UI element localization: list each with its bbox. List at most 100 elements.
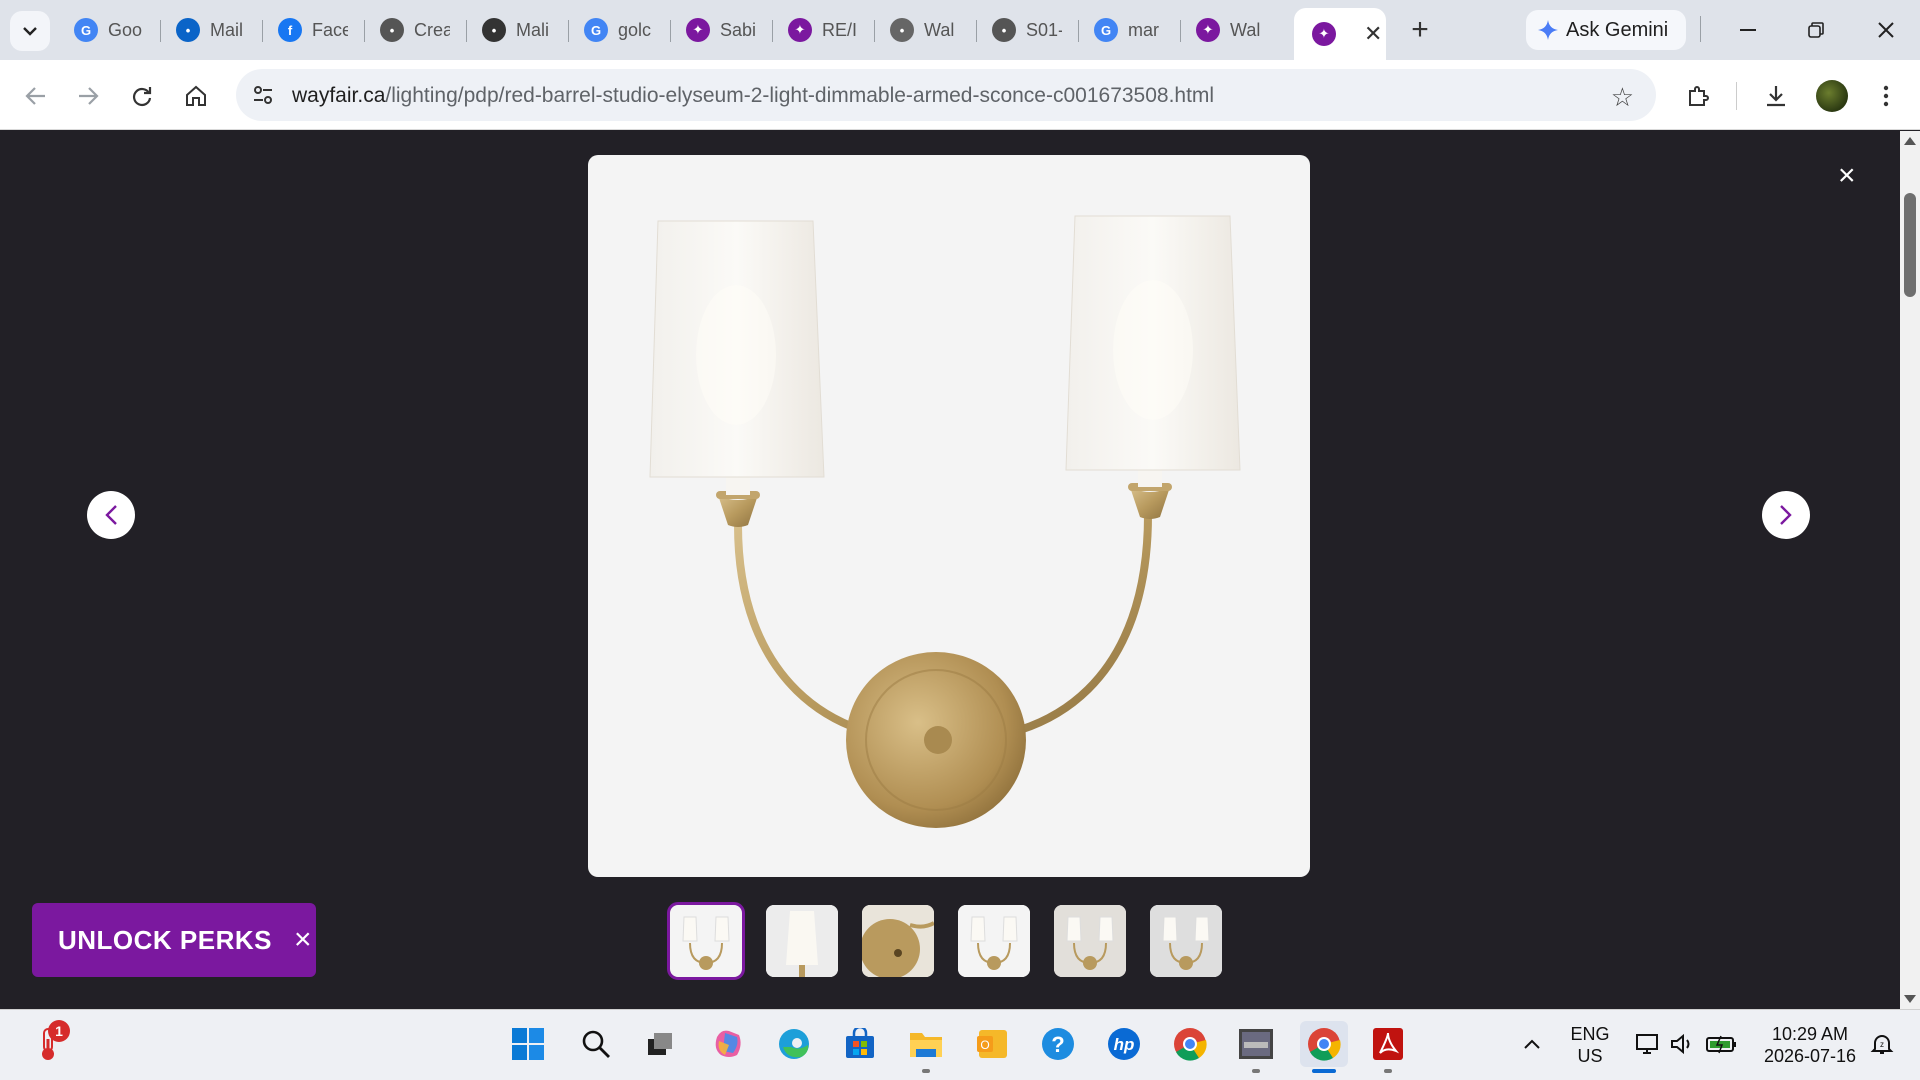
windows-taskbar: 1 O ? hp ENG US 10:29 AM 2026-07-16 z [0, 1009, 1920, 1080]
divider [1700, 16, 1701, 42]
tab-search-button[interactable] [10, 11, 50, 51]
extensions-button[interactable] [1678, 76, 1718, 116]
outlook-icon: • [176, 18, 200, 42]
tab-4[interactable]: • Crea [368, 11, 450, 49]
next-image-button[interactable] [1762, 491, 1810, 539]
tab-label: Sabi [720, 19, 756, 40]
home-button[interactable] [176, 76, 216, 116]
language-indicator[interactable]: ENG US [1562, 1023, 1618, 1067]
tab-10[interactable]: • S01- [980, 11, 1062, 49]
browser-menu-button[interactable] [1866, 76, 1906, 116]
scroll-up-arrow-icon[interactable] [1904, 137, 1916, 145]
acrobat-icon [1373, 1028, 1403, 1060]
close-window-button[interactable] [1866, 12, 1906, 48]
tab-12[interactable]: ✦ Wal [1184, 11, 1266, 49]
edge-icon [779, 1029, 809, 1059]
bookmark-star-icon[interactable]: ☆ [1611, 82, 1634, 113]
lh-icon: • [890, 18, 914, 42]
tab-5[interactable]: • Mali [470, 11, 552, 49]
microsoft-store-button[interactable] [840, 1024, 880, 1064]
previous-image-button[interactable] [87, 491, 135, 539]
back-button[interactable] [16, 76, 56, 116]
tab-separator [1180, 20, 1181, 42]
page-scrollbar[interactable] [1900, 131, 1920, 1009]
show-hidden-icons-button[interactable] [1512, 1024, 1552, 1064]
search-button[interactable] [576, 1024, 616, 1064]
tab-9[interactable]: • Wal [878, 11, 960, 49]
scrollbar-thumb[interactable] [1904, 193, 1916, 297]
tab-11[interactable]: Gmar [1082, 11, 1164, 49]
chrome-button[interactable] [1170, 1024, 1210, 1064]
copilot-button[interactable] [708, 1024, 748, 1064]
wall-sconce-image [649, 215, 1241, 828]
unlock-perks-banner[interactable]: UNLOCK PERKS × [32, 903, 316, 977]
product-image-viewer: × UNLOCK PERKS × [0, 131, 1900, 1009]
tab-separator [160, 20, 161, 42]
media-app-button[interactable] [1236, 1024, 1276, 1064]
network-icon [1636, 1034, 1658, 1054]
notifications-button[interactable]: z [1862, 1024, 1902, 1064]
chrome-active-button[interactable] [1300, 1021, 1348, 1067]
tab-2[interactable]: • Mail [164, 11, 246, 49]
task-view-button[interactable] [640, 1024, 680, 1064]
tab-6[interactable]: Ggolc [572, 11, 654, 49]
search-icon [582, 1030, 610, 1058]
facebook-icon: f [278, 18, 302, 42]
new-tab-button[interactable]: + [1402, 12, 1438, 48]
reload-button[interactable] [122, 76, 162, 116]
file-explorer-button[interactable] [906, 1024, 946, 1064]
close-perks-button[interactable]: × [294, 923, 312, 957]
tab-separator [262, 20, 263, 42]
tab-1[interactable]: G Goo [62, 11, 144, 49]
thumbnail-backplate-closeup[interactable] [862, 905, 934, 977]
ask-gemini-button[interactable]: Ask Gemini [1526, 10, 1686, 50]
scroll-down-arrow-icon[interactable] [1904, 995, 1916, 1003]
clock[interactable]: 10:29 AM 2026-07-16 [1752, 1023, 1868, 1067]
close-tab-icon[interactable]: ✕ [1364, 21, 1382, 47]
tab-label: RE/I [822, 19, 858, 40]
tab-7[interactable]: ✦ Sabi [674, 11, 756, 49]
volume-button[interactable] [1662, 1024, 1702, 1064]
tab-label: Wal [924, 19, 955, 40]
tab-3[interactable]: f Face [266, 11, 348, 49]
forward-button[interactable] [68, 76, 108, 116]
profile-avatar[interactable] [1816, 80, 1848, 112]
svg-text:hp: hp [1114, 1035, 1135, 1054]
tab-separator [466, 20, 467, 42]
thumbnail-shade-closeup[interactable] [766, 905, 838, 977]
language-label: ENG [1570, 1024, 1610, 1044]
chevron-left-icon [105, 505, 117, 525]
hp-button[interactable]: hp [1104, 1024, 1144, 1064]
tab-separator [670, 20, 671, 42]
url-text[interactable]: wayfair.ca/lighting/pdp/red-barrel-studi… [292, 84, 1214, 108]
ssc-icon: • [380, 18, 404, 42]
acrobat-button[interactable] [1368, 1024, 1408, 1064]
thumbnail-sconce-wall[interactable] [1150, 905, 1222, 977]
google-icon: G [584, 18, 608, 42]
thumbnail-sconce-alt[interactable] [958, 905, 1030, 977]
start-button[interactable] [508, 1024, 548, 1064]
battery-button[interactable] [1702, 1024, 1742, 1064]
restore-button[interactable] [1796, 12, 1836, 48]
downloads-button[interactable] [1756, 76, 1796, 116]
thumbnail-sconce-front[interactable] [667, 902, 745, 980]
tab-separator [874, 20, 875, 42]
tab-8[interactable]: ✦ RE/I [776, 11, 858, 49]
bell-snooze-icon: z [1870, 1035, 1894, 1054]
more-vertical-icon [1883, 85, 1889, 107]
google-icon: G [1094, 18, 1118, 42]
tab-active-wayfair[interactable]: ✦ ✕ [1294, 8, 1386, 60]
edge-button[interactable] [774, 1024, 814, 1064]
address-bar[interactable]: wayfair.ca/lighting/pdp/red-barrel-studi… [236, 69, 1656, 121]
windows-logo-icon [512, 1028, 544, 1060]
outlook-button[interactable]: O [972, 1024, 1012, 1064]
arrow-right-icon [79, 87, 99, 105]
help-button[interactable]: ? [1038, 1024, 1078, 1064]
tab-label: golc [618, 19, 652, 40]
globe-icon: • [992, 18, 1016, 42]
wayfair-icon: ✦ [686, 18, 710, 42]
tab-label: S01- [1026, 19, 1062, 40]
thumbnail-sconce-room[interactable] [1054, 905, 1126, 977]
close-viewer-button[interactable]: × [1838, 159, 1856, 193]
minimize-button[interactable] [1728, 12, 1768, 48]
